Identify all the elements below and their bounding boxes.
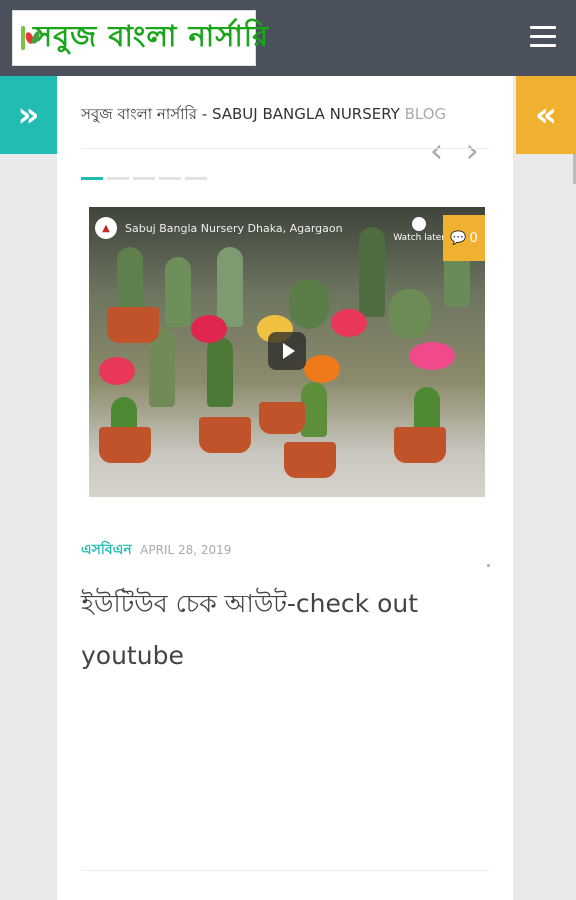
pot-image xyxy=(394,427,446,463)
pot-image xyxy=(284,442,336,478)
cactus-image xyxy=(389,289,431,339)
play-button[interactable] xyxy=(268,332,306,370)
flower-image xyxy=(331,309,367,337)
flower-image xyxy=(99,357,135,385)
nursery-logo-icon xyxy=(21,26,25,50)
slider-dot[interactable] xyxy=(81,177,103,180)
video-channel-title[interactable]: Sabuj Bangla Nursery Dhaka, Agargaon xyxy=(125,222,343,235)
comment-count-badge[interactable]: 💬 0 xyxy=(443,215,485,261)
pot-image xyxy=(259,402,305,434)
post-date: APRIL 28, 2019 xyxy=(140,543,232,557)
top-bar: সবুজ বাংলা নার্সারি xyxy=(0,0,576,76)
pot-image xyxy=(199,417,251,453)
header-divider xyxy=(81,148,489,149)
slider-dot[interactable] xyxy=(185,177,207,180)
flower-image xyxy=(409,342,455,370)
flower-image xyxy=(304,355,340,383)
slider-next-icon[interactable]: › xyxy=(465,134,479,168)
cactus-image xyxy=(289,279,329,329)
post-meta: এসবিএন APRIL 28, 2019 xyxy=(81,538,231,562)
sidebar-toggle-left[interactable]: » xyxy=(0,76,57,154)
channel-avatar-icon[interactable]: ▲ xyxy=(95,217,117,239)
site-logo[interactable]: সবুজ বাংলা নার্সারি xyxy=(12,10,268,66)
video-embed[interactable]: ▲ Sabuj Bangla Nursery Dhaka, Agargaon W… xyxy=(89,207,485,497)
video-header: ▲ Sabuj Bangla Nursery Dhaka, Agargaon xyxy=(95,217,343,239)
cactus-image xyxy=(359,227,385,317)
separator-dot xyxy=(487,564,490,567)
slider-prev-icon[interactable]: ‹ xyxy=(430,134,444,168)
pot-image xyxy=(99,427,151,463)
sidebar-toggle-right[interactable]: « xyxy=(516,76,576,154)
post-category[interactable]: এসবিএন xyxy=(81,542,132,558)
main-content: সবুজ বাংলা নার্সারি - SABUJ BANGLA NURSE… xyxy=(57,76,513,900)
cactus-image xyxy=(217,247,243,327)
cactus-image xyxy=(207,337,233,407)
double-chevron-left-icon: « xyxy=(535,95,557,135)
slider-dot[interactable] xyxy=(159,177,181,180)
blog-title: সবুজ বাংলা নার্সারি - SABUJ BANGLA NURSE… xyxy=(81,103,446,128)
slider-dot[interactable] xyxy=(133,177,155,180)
post-title[interactable]: ইউটিউব চেক আউট-check out youtube xyxy=(81,578,451,682)
blog-title-main: সবুজ বাংলা নার্সারি - SABUJ BANGLA NURSE… xyxy=(81,105,400,123)
blog-title-light: BLOG xyxy=(404,105,447,123)
slider-dots xyxy=(81,177,207,180)
slider-dot[interactable] xyxy=(107,177,129,180)
cactus-image xyxy=(165,257,191,327)
comment-icon: 💬 xyxy=(450,230,467,246)
slider-nav: ‹ › xyxy=(430,134,479,168)
watch-later-button[interactable]: Watch later xyxy=(393,217,445,243)
flower-image xyxy=(191,315,227,343)
double-chevron-right-icon: » xyxy=(17,95,40,135)
hamburger-icon[interactable] xyxy=(530,26,556,48)
logo-text: সবুজ বাংলা নার্সারি xyxy=(33,18,270,53)
watch-later-label: Watch later xyxy=(393,233,445,243)
comment-count: 0 xyxy=(469,230,478,246)
clock-icon xyxy=(412,217,427,231)
pot-image xyxy=(107,307,159,343)
bottom-divider xyxy=(81,870,489,871)
